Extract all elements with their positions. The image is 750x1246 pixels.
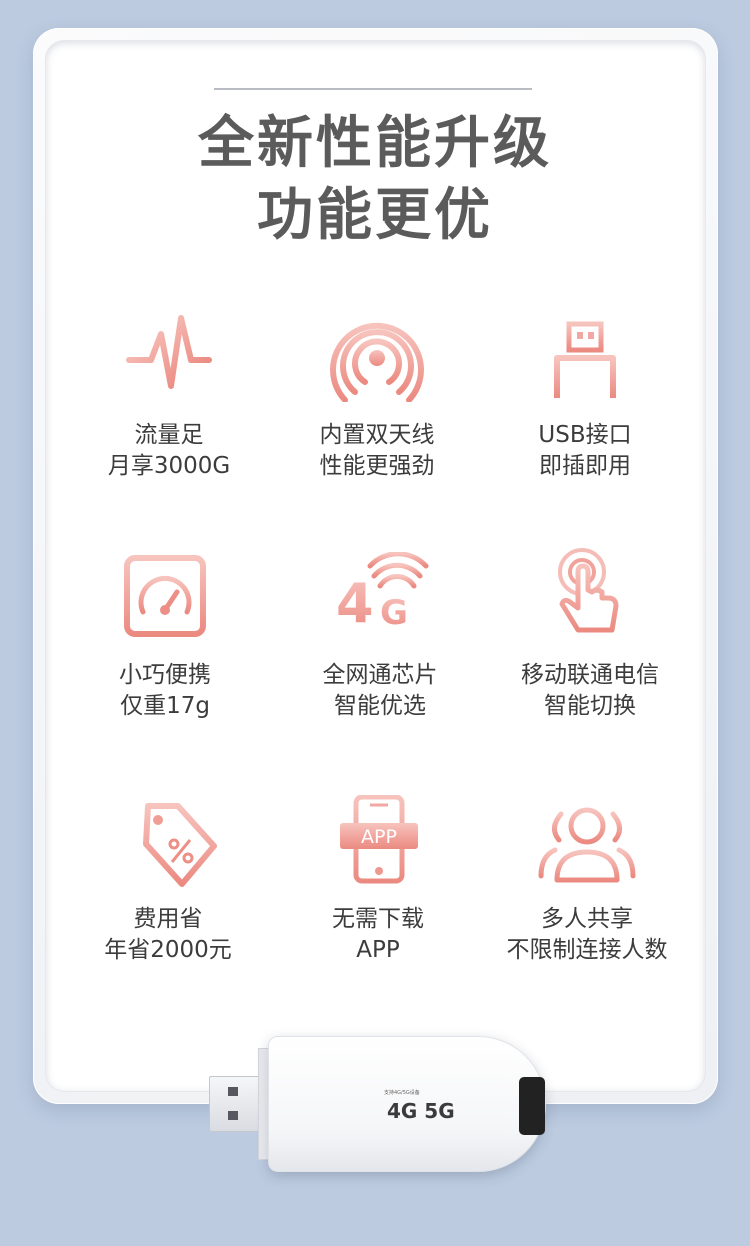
svg-text:APP: APP [361,826,397,848]
device-logo-text: 4G 5G [387,1099,455,1123]
usb-connector-icon [554,321,616,398]
4g-signal-icon: 4 G [336,552,429,635]
feature-label-9: 多人共享 [541,906,633,932]
feature-usb: USB接口 即插即用 [460,312,710,479]
feature-label-4: 小巧便携 [119,662,211,688]
feature-sharing: 多人共享 不限制连接人数 [462,800,712,963]
usb-plug [209,1076,261,1132]
users-group-icon [538,807,636,883]
feature-sublabel-9: 不限制连接人数 [506,937,668,963]
antenna-signal-icon [330,322,424,402]
svg-text:4: 4 [336,572,374,635]
feature-sublabel-6: 智能切换 [544,693,636,719]
discount-tag-icon [143,803,217,887]
svg-text:G: G [380,593,408,633]
feature-sublabel-3: 即插即用 [539,453,631,479]
feature-label-3: USB接口 [538,422,632,448]
feature-sublabel-4: 仅重17g [120,693,210,719]
divider-line [214,88,532,90]
device-small-text: 支持4G/5G设备 [384,1090,420,1096]
pulse-icon [126,315,212,389]
feature-label-6: 移动联通电信 [521,662,659,688]
usb-body: 支持4G/5G设备 4G 5G [268,1036,546,1172]
headline-line1: 全新性能升级 [198,111,552,176]
gauge-icon [124,555,206,637]
phone-app-icon: APP [340,795,418,884]
touch-hand-icon [558,548,619,633]
feature-carrier: 移动联通电信 智能切换 [465,548,715,719]
usb-dongle-image: 支持4G/5G设备 4G 5G [206,1034,546,1174]
device-button [519,1077,545,1135]
headline-line2: 功能更优 [257,183,493,248]
feature-portable: 小巧便携 仅重17g [40,552,290,719]
